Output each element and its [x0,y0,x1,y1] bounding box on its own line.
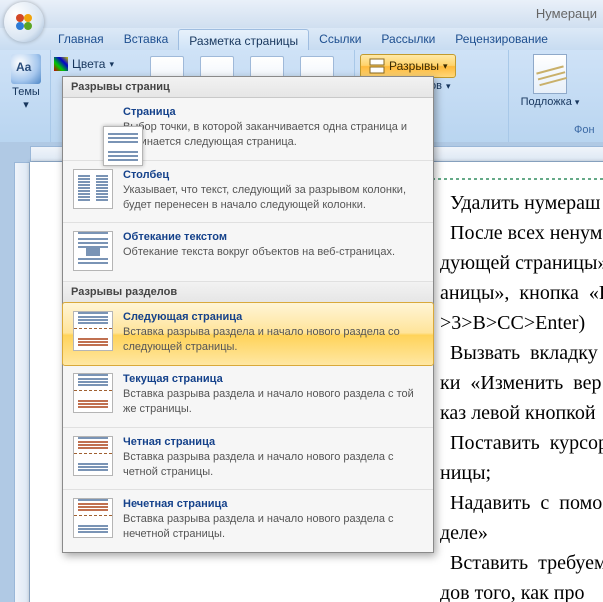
themes-label: Темы [12,86,40,98]
breaks-dropdown: Разрывы страниц Страница Выбор точки, в … [62,76,434,553]
item-desc: Выбор точки, в которой заканчивается одн… [123,120,423,150]
bg-group-label: Фон [574,124,595,136]
tab-insert[interactable]: Вставка [114,28,179,50]
dropdown-arrow-icon: ▾ [23,99,29,111]
dropdown-arrow-icon: ▾ [109,59,114,70]
breaks-label: Разрывы [389,59,439,73]
dropdown-section-header: Разрывы разделов [63,282,433,303]
section-continuous-item[interactable]: Текущая страница Вставка разрыва раздела… [63,365,433,428]
item-title: Следующая страница [123,311,423,323]
colors-label: Цвета [72,57,105,71]
ribbon-divider [50,50,51,142]
page-break-icon [103,126,143,166]
dropdown-arrow-icon: ▾ [443,61,448,72]
breaks-button[interactable]: Разрывы ▾ [360,54,456,78]
item-title: Четная страница [123,436,423,448]
titlebar: Нумераци [0,0,603,29]
tab-page-layout[interactable]: Разметка страницы [178,29,309,50]
watermark-button[interactable]: Подложка ▾ [520,54,580,108]
colors-button[interactable]: Цвета ▾ [54,54,114,74]
office-button[interactable] [4,2,44,42]
dropdown-section-header: Разрывы страниц [63,77,433,98]
section-next-page-item[interactable]: Следующая страница Вставка разрыва разде… [62,302,434,366]
vertical-ruler[interactable] [14,162,30,602]
section-next-icon [73,311,113,351]
dropdown-arrow-icon: ▾ [446,81,451,92]
column-break-icon [73,169,113,209]
ribbon-divider [508,50,509,142]
themes-icon [11,54,41,84]
section-odd-page-item[interactable]: Нечетная страница Вставка разрыва раздел… [63,490,433,552]
breaks-icon [369,58,385,74]
tab-review[interactable]: Рецензирование [445,28,558,50]
ribbon-tabs: Главная Вставка Разметка страницы Ссылки… [0,28,603,51]
section-even-icon [73,436,113,476]
watermark-label: Подложка [521,96,572,108]
break-column-item[interactable]: Столбец Указывает, что текст, следующий … [63,161,433,224]
document-text[interactable]: Удалить нумераш После всех ненум дующей … [440,188,603,602]
section-continuous-icon [73,373,113,413]
item-title: Обтекание текстом [123,231,423,243]
item-desc: Вставка разрыва раздела и начало нового … [123,512,423,542]
tab-home[interactable]: Главная [48,28,114,50]
item-desc: Вставка разрыва раздела и начало нового … [123,387,423,417]
office-logo-icon [12,10,36,34]
themes-button[interactable]: Темы ▾ [6,54,46,111]
item-desc: Обтекание текста вокруг объектов на веб-… [123,245,423,260]
section-even-page-item[interactable]: Четная страница Вставка разрыва раздела … [63,428,433,491]
item-title: Столбец [123,169,423,181]
window-title: Нумераци [536,6,597,21]
break-wrap-item[interactable]: Обтекание текстом Обтекание текста вокру… [63,223,433,282]
colors-icon [54,57,68,71]
dropdown-arrow-icon: ▾ [575,97,580,107]
item-desc: Вставка разрыва раздела и начало нового … [123,325,423,355]
item-title: Страница [123,106,423,118]
section-odd-icon [73,498,113,538]
item-title: Текущая страница [123,373,423,385]
tab-references[interactable]: Ссылки [309,28,371,50]
app-window: Нумераци Главная Вставка Разметка страни… [0,0,603,602]
break-page-item[interactable]: Страница Выбор точки, в которой заканчив… [63,98,433,161]
text-wrap-break-icon [73,231,113,271]
watermark-icon [533,54,567,94]
section-separator [426,178,603,180]
item-desc: Вставка разрыва раздела и начало нового … [123,450,423,480]
tab-mailings[interactable]: Рассылки [371,28,445,50]
item-desc: Указывает, что текст, следующий за разры… [123,183,423,213]
item-title: Нечетная страница [123,498,423,510]
